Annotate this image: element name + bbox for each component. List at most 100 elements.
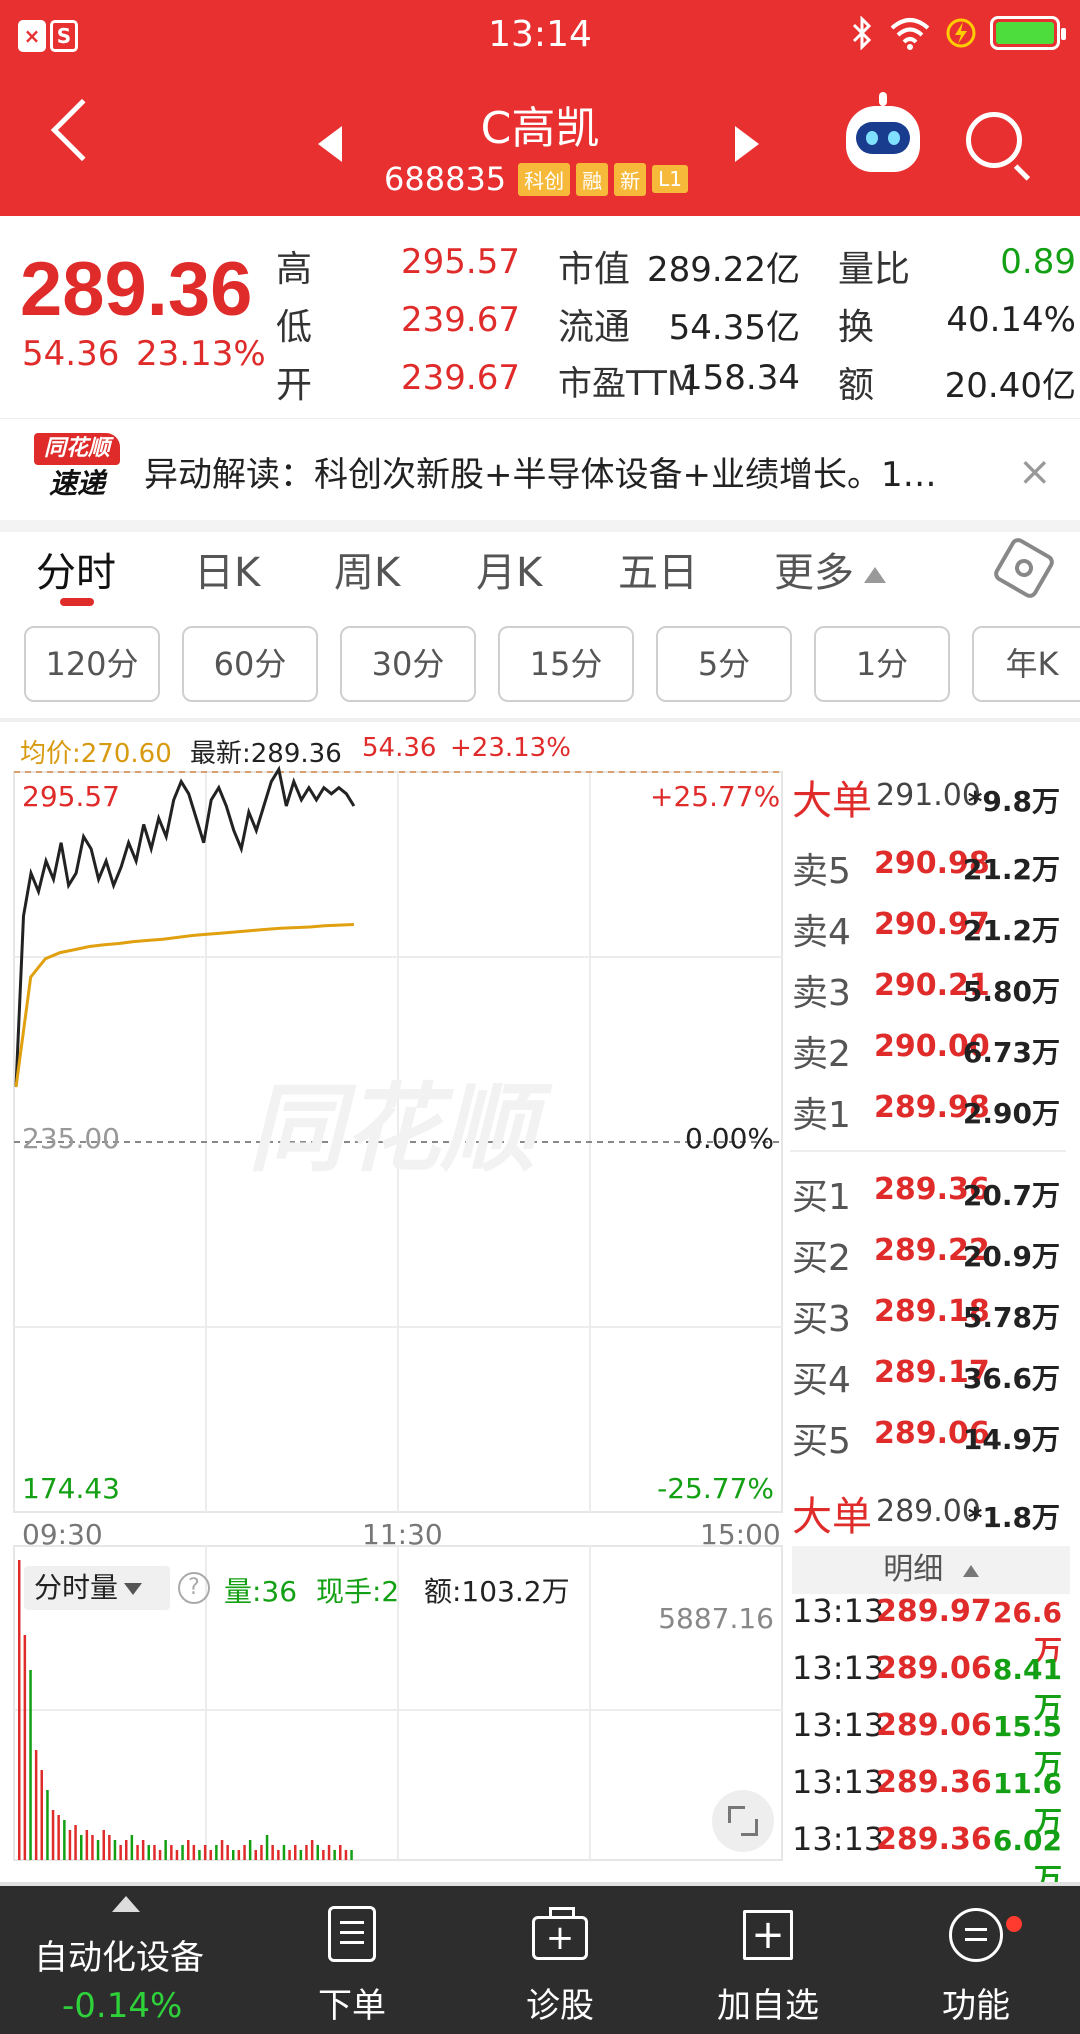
volume-bar <box>288 1850 291 1860</box>
volume-bar <box>63 1820 66 1860</box>
ths-express-logo: 同花顺 速递 <box>34 433 120 503</box>
news-text[interactable]: 异动解读：科创次新股+半导体设备+业绩增长。1… <box>144 447 937 496</box>
asks-level-label: 卖2 <box>792 1034 851 1075</box>
x-start-time: 09:30 <box>22 1518 103 1551</box>
tab-weekly-k[interactable]: 周K <box>334 540 400 598</box>
volume-bar <box>333 1850 336 1860</box>
volume-bar <box>108 1835 111 1860</box>
nav-function-label: 功能 <box>942 1986 1010 2026</box>
app-header: × S 13:14 C高凯 688835 科创 融 新 L1 <box>0 0 1080 216</box>
tab-daily-k[interactable]: 日K <box>194 540 260 598</box>
volume-bar <box>294 1845 297 1860</box>
volume-bar <box>91 1835 94 1860</box>
close-icon[interactable]: × <box>1018 449 1052 495</box>
news-logo-bottom: 速递 <box>48 467 105 500</box>
period-30min[interactable]: 30分 <box>340 626 476 702</box>
volume-bar <box>248 1840 252 1860</box>
volume-bar <box>113 1840 117 1860</box>
price-lines <box>14 765 356 1088</box>
section-divider <box>0 718 1080 722</box>
news-logo-top: 同花顺 <box>34 433 120 465</box>
asks-level-label: 卖4 <box>792 912 851 953</box>
volume-indicator-label: 分时量 <box>34 1571 119 1604</box>
tag-kechuang: 科创 <box>518 162 571 196</box>
volume-indicator-select[interactable]: 分时量 <box>24 1566 170 1610</box>
intraday-chart[interactable]: 同花顺 <box>0 760 790 1862</box>
period-120min[interactable]: 120分 <box>24 626 160 702</box>
bluetooth-icon <box>852 16 872 50</box>
nav-diagnose-button[interactable]: 诊股 <box>480 1886 640 2034</box>
volume-bar <box>203 1845 207 1860</box>
period-1min[interactable]: 1分 <box>814 626 950 702</box>
tab-more[interactable]: 更多 <box>774 540 886 598</box>
tab-monthly-k[interactable]: 月K <box>476 540 542 598</box>
asks-level-volume: 2.90万 <box>962 1097 1060 1130</box>
asks-level-volume: 6.73万 <box>962 1036 1060 1069</box>
expand-icon[interactable] <box>712 1790 774 1852</box>
period-60min[interactable]: 60分 <box>182 626 318 702</box>
tick-detail-header[interactable]: 明细 <box>792 1546 1070 1594</box>
volume-bar <box>322 1850 325 1860</box>
x-mid-time: 11:30 <box>362 1518 443 1551</box>
y-bottom-pct: -25.77% <box>657 1472 774 1505</box>
y-bottom-price: 174.43 <box>22 1472 120 1505</box>
volume-bar <box>243 1845 246 1860</box>
bids-level-volume: 5.78万 <box>962 1301 1060 1334</box>
period-15min[interactable]: 15分 <box>498 626 634 702</box>
tab-five-day[interactable]: 五日 <box>618 540 698 598</box>
volume-bar <box>277 1850 280 1860</box>
tab-intraday[interactable]: 分时 <box>36 540 116 598</box>
volume-bar <box>350 1850 353 1860</box>
volume-bar <box>102 1830 105 1860</box>
current-price: 289.36 <box>20 247 253 332</box>
volume-bar <box>305 1845 308 1860</box>
sector-name[interactable]: 自动化设备 <box>34 1930 204 1979</box>
sector-expand-icon[interactable] <box>112 1896 140 1912</box>
volume-bar <box>198 1850 201 1860</box>
current-hand: 现手:2 <box>316 1575 400 1608</box>
asks-level-volume: 21.2万 <box>962 853 1060 886</box>
change-info: 54.36 <box>362 733 437 763</box>
big-sell-vol: *9.8万 <box>967 785 1060 818</box>
news-banner[interactable]: 同花顺 速递 异动解读：科创次新股+半导体设备+业绩增长。1… × <box>0 418 1080 520</box>
volume-bar <box>40 1770 43 1860</box>
float-value: 54.35亿 <box>668 308 800 348</box>
volratio-label: 量比 <box>838 249 911 290</box>
asks-level-volume: 21.2万 <box>962 914 1060 947</box>
assistant-robot-icon[interactable] <box>846 92 920 172</box>
next-stock-button[interactable] <box>735 126 759 162</box>
chart-grid <box>13 771 783 1861</box>
tick-time: 13:13 <box>792 1820 885 1858</box>
nav-add-watchlist-label: 加自选 <box>717 1986 819 2026</box>
volratio-value: 0.89 <box>1000 242 1076 282</box>
settings-icon[interactable] <box>991 535 1057 601</box>
tag-l1: L1 <box>652 165 689 193</box>
nav-diagnose-label: 诊股 <box>526 1986 594 2026</box>
period-yearly-k[interactable]: 年K <box>972 626 1080 702</box>
volume-bar <box>80 1835 83 1860</box>
search-icon[interactable] <box>966 112 1022 168</box>
volume-bar <box>147 1845 150 1860</box>
nav-function-button[interactable]: 功能 <box>896 1886 1056 2034</box>
stock-code-row: 688835 科创 融 新 L1 <box>384 160 689 198</box>
volume-bar <box>96 1840 100 1860</box>
chevron-up-icon <box>962 1564 979 1577</box>
stock-code: 688835 <box>384 160 507 198</box>
volume-bar <box>85 1830 89 1860</box>
help-icon[interactable]: ? <box>178 1572 210 1604</box>
low-label: 低 <box>276 307 313 348</box>
volume-bar <box>125 1840 128 1860</box>
volume-bar <box>23 1635 27 1860</box>
add-square-icon <box>743 1910 793 1960</box>
section-divider <box>0 520 1080 532</box>
volume-bar <box>136 1845 139 1860</box>
nav-order-button[interactable]: 下单 <box>272 1886 432 2034</box>
status-right-icons <box>850 16 1066 50</box>
period-5min[interactable]: 5分 <box>656 626 792 702</box>
volume-qty: 量:36 <box>224 1575 298 1608</box>
change-pct-info: +23.13% <box>450 733 571 763</box>
volume-bar <box>316 1845 319 1860</box>
asks-level-label: 卖3 <box>792 973 851 1014</box>
chevron-up-icon <box>864 567 886 583</box>
nav-add-watchlist-button[interactable]: 加自选 <box>688 1886 848 2034</box>
